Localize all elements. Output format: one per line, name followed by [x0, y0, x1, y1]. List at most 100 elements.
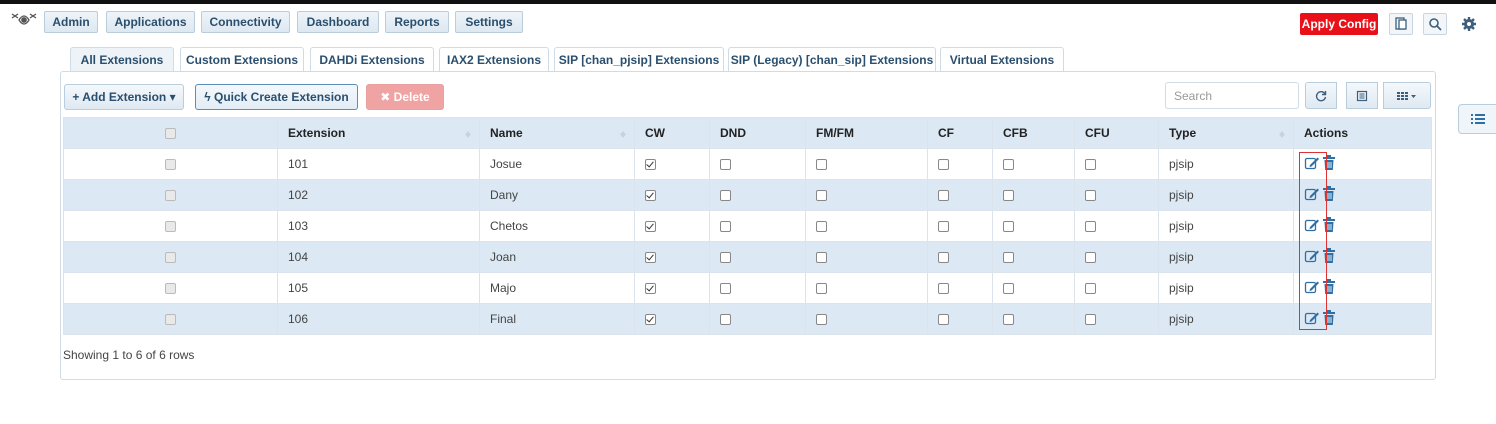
nav-dashboard[interactable]: Dashboard	[297, 11, 379, 33]
freepbx-logo-icon[interactable]	[10, 10, 38, 30]
cw-checkbox[interactable]	[645, 190, 656, 202]
extension-cell: 105	[277, 272, 480, 304]
add-extension-button[interactable]: + Add Extension ▾	[64, 84, 184, 110]
fmfm-checkbox[interactable]	[816, 314, 827, 326]
cfu-checkbox[interactable]	[1085, 252, 1096, 264]
cfb-checkbox[interactable]	[1003, 314, 1014, 326]
tab-all-extensions[interactable]: All Extensions	[70, 47, 174, 72]
select-all-checkbox[interactable]	[165, 128, 176, 140]
tab-iax2-extensions[interactable]: IAX2 Extensions	[439, 47, 549, 71]
quick-create-extension-button[interactable]: ϟ Quick Create Extension	[195, 84, 358, 110]
cf-checkbox[interactable]	[938, 252, 949, 264]
actions-cell	[1293, 241, 1432, 273]
row-select-cell[interactable]	[63, 241, 278, 273]
cfu-checkbox[interactable]	[1085, 221, 1096, 233]
row-select-cell[interactable]	[63, 210, 278, 242]
col-extension[interactable]: Extension	[277, 117, 480, 149]
cfb-checkbox[interactable]	[1003, 190, 1014, 202]
cfb-checkbox[interactable]	[1003, 252, 1014, 264]
cf-checkbox[interactable]	[938, 283, 949, 295]
tab-virtual-extensions[interactable]: Virtual Extensions	[940, 47, 1064, 71]
cfu-cell	[1074, 303, 1159, 335]
cf-checkbox[interactable]	[938, 159, 949, 171]
nav-reports[interactable]: Reports	[385, 11, 449, 33]
trash-icon[interactable]	[1323, 279, 1335, 297]
fmfm-checkbox[interactable]	[816, 221, 827, 233]
tab-sip-pjsip-extensions[interactable]: SIP [chan_pjsip] Extensions	[554, 47, 724, 71]
cfu-checkbox[interactable]	[1085, 283, 1096, 295]
edit-icon[interactable]	[1304, 217, 1320, 236]
delete-button[interactable]: ✖ Delete	[366, 84, 444, 110]
tab-dahdi-extensions[interactable]: DAHDi Extensions	[310, 47, 434, 71]
dnd-checkbox[interactable]	[720, 314, 731, 326]
trash-icon[interactable]	[1323, 186, 1335, 204]
fmfm-checkbox[interactable]	[816, 159, 827, 171]
sort-icon	[620, 128, 626, 139]
fmfm-checkbox[interactable]	[816, 283, 827, 295]
cf-checkbox[interactable]	[938, 221, 949, 233]
dnd-checkbox[interactable]	[720, 190, 731, 202]
refresh-icon[interactable]	[1305, 82, 1337, 109]
row-checkbox[interactable]	[165, 190, 176, 202]
search-input[interactable]	[1165, 82, 1299, 109]
sidebar-toggle-icon[interactable]	[1458, 104, 1496, 134]
cf-checkbox[interactable]	[938, 314, 949, 326]
fmfm-checkbox[interactable]	[816, 252, 827, 264]
cfb-checkbox[interactable]	[1003, 221, 1014, 233]
row-select-cell[interactable]	[63, 179, 278, 211]
search-icon[interactable]	[1423, 13, 1447, 35]
cw-checkbox[interactable]	[645, 221, 656, 233]
dnd-checkbox[interactable]	[720, 159, 731, 171]
row-select-cell[interactable]	[63, 303, 278, 335]
tab-custom-extensions[interactable]: Custom Extensions	[180, 47, 304, 71]
cw-checkbox[interactable]	[645, 159, 656, 171]
row-checkbox[interactable]	[165, 159, 176, 171]
cw-checkbox[interactable]	[645, 283, 656, 295]
cw-cell	[634, 179, 710, 211]
row-checkbox[interactable]	[165, 252, 176, 264]
row-checkbox[interactable]	[165, 314, 176, 326]
trash-icon[interactable]	[1323, 217, 1335, 235]
edit-icon[interactable]	[1304, 279, 1320, 298]
row-select-cell[interactable]	[63, 272, 278, 304]
col-type[interactable]: Type	[1158, 117, 1294, 149]
nav-connectivity[interactable]: Connectivity	[201, 11, 290, 33]
fmfm-checkbox[interactable]	[816, 190, 827, 202]
edit-icon[interactable]	[1304, 310, 1320, 329]
edit-icon[interactable]	[1304, 186, 1320, 205]
cw-cell	[634, 272, 710, 304]
cfu-checkbox[interactable]	[1085, 190, 1096, 202]
trash-icon[interactable]	[1323, 155, 1335, 173]
tab-sip-legacy-extensions[interactable]: SIP (Legacy) [chan_sip] Extensions	[728, 47, 936, 71]
cw-checkbox[interactable]	[645, 252, 656, 264]
nav-applications[interactable]: Applications	[106, 11, 195, 33]
dnd-checkbox[interactable]	[720, 283, 731, 295]
apply-config-button[interactable]: Apply Config	[1300, 13, 1378, 35]
toggle-view-icon[interactable]	[1346, 82, 1378, 109]
cfu-checkbox[interactable]	[1085, 314, 1096, 326]
select-all-checkbox-cell[interactable]	[63, 117, 278, 149]
cfb-checkbox[interactable]	[1003, 283, 1014, 295]
row-checkbox[interactable]	[165, 283, 176, 295]
cf-checkbox[interactable]	[938, 190, 949, 202]
row-select-cell[interactable]	[63, 148, 278, 180]
row-checkbox[interactable]	[165, 221, 176, 233]
dnd-checkbox[interactable]	[720, 221, 731, 233]
edit-icon[interactable]	[1304, 248, 1320, 267]
col-name[interactable]: Name	[479, 117, 635, 149]
cf-cell	[927, 210, 993, 242]
nav-admin[interactable]: Admin	[44, 11, 98, 33]
type-cell: pjsip	[1158, 241, 1294, 273]
trash-icon[interactable]	[1323, 310, 1335, 328]
edit-icon[interactable]	[1304, 155, 1320, 174]
cw-checkbox[interactable]	[645, 314, 656, 326]
module-admin-icon[interactable]	[1389, 13, 1413, 35]
dnd-checkbox[interactable]	[720, 252, 731, 264]
cfu-checkbox[interactable]	[1085, 159, 1096, 171]
nav-settings[interactable]: Settings	[455, 11, 523, 33]
columns-icon[interactable]	[1383, 82, 1431, 109]
type-cell: pjsip	[1158, 210, 1294, 242]
gear-icon[interactable]	[1457, 13, 1481, 35]
cfb-checkbox[interactable]	[1003, 159, 1014, 171]
trash-icon[interactable]	[1323, 248, 1335, 266]
